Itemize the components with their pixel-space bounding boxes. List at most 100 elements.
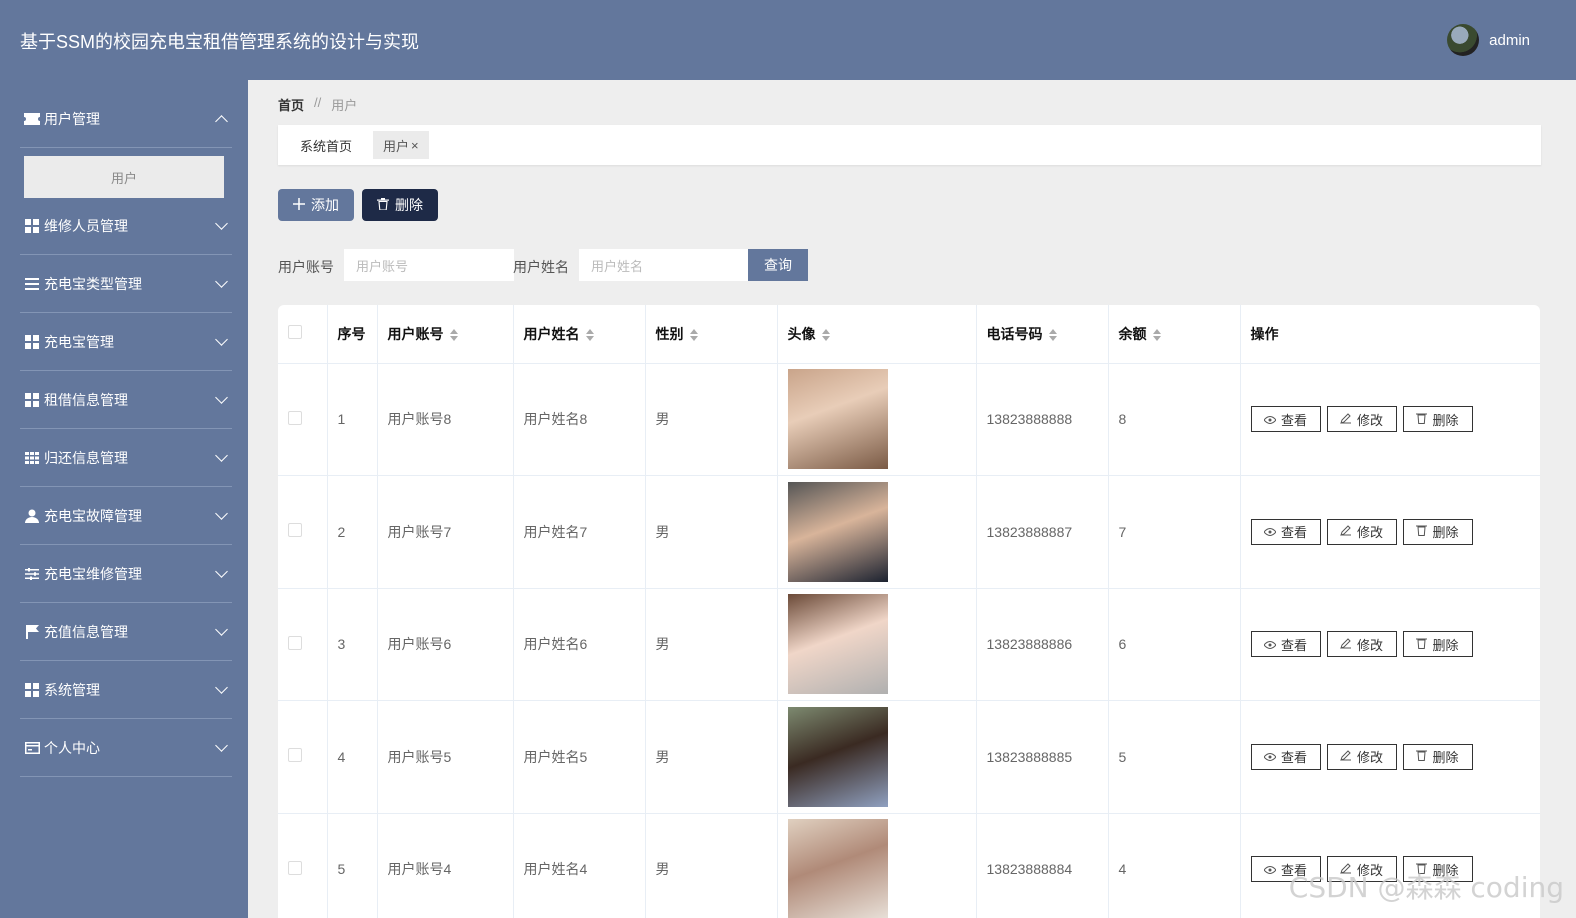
cell-name: 用户姓名4 (513, 813, 646, 918)
sidebar-item-fault-management[interactable]: 充电宝故障管理 (20, 487, 232, 545)
column-header-avatar[interactable]: 头像 (777, 305, 977, 364)
delete-button-label: 删除 (395, 197, 423, 213)
cell-name: 用户姓名5 (513, 700, 646, 814)
cell-balance: 8 (1108, 363, 1241, 476)
cell-index: 1 (327, 363, 378, 476)
row-checkbox[interactable] (278, 813, 328, 918)
delete-row-button[interactable]: 删除 (1402, 406, 1473, 433)
avatar-photo[interactable] (787, 369, 888, 470)
sidebar-subitem-user[interactable]: 用户 (24, 156, 224, 198)
view-button[interactable]: 查看 (1250, 406, 1321, 433)
sort-icon[interactable] (821, 329, 832, 342)
cell-index: 4 (327, 700, 378, 814)
sidebar-item-maintainer-management[interactable]: 维修人员管理 (20, 197, 232, 255)
sidebar-item-rental-management[interactable]: 租借信息管理 (20, 371, 232, 429)
sort-icon[interactable] (1048, 329, 1059, 342)
sort-icon[interactable] (585, 329, 596, 342)
account-search-input[interactable]: 用户账号 (344, 249, 514, 281)
cell-balance: 5 (1108, 700, 1241, 814)
column-header-name[interactable]: 用户姓名 (513, 305, 646, 364)
sort-icon[interactable] (1152, 329, 1163, 342)
avatar-photo[interactable] (787, 819, 888, 918)
sidebar: 用户管理 用户 维修人员管理 充电宝类型管理 充电宝管理 租借信息管理 归还信息… (0, 80, 248, 918)
user-icon (24, 508, 40, 524)
sliders-icon (24, 566, 40, 582)
edit-button[interactable]: 修改 (1326, 406, 1397, 433)
select-all-checkbox[interactable] (278, 305, 328, 364)
row-checkbox[interactable] (278, 700, 328, 814)
avatar-photo[interactable] (787, 706, 888, 807)
delete-button[interactable]: 删除 (362, 189, 438, 221)
sidebar-item-powerbank-type-management[interactable]: 充电宝类型管理 (20, 255, 232, 313)
cell-account: 用户账号7 (377, 475, 514, 589)
column-header-index: 序号 (327, 305, 378, 364)
avatar-photo[interactable] (787, 481, 888, 582)
cell-balance: 6 (1108, 588, 1241, 701)
view-button[interactable]: 查看 (1250, 743, 1321, 770)
column-header-balance[interactable]: 余额 (1108, 305, 1241, 364)
user-menu[interactable]: admin (1447, 24, 1530, 56)
eye-icon (1263, 637, 1277, 652)
cell-actions: 查看 修改 删除 (1240, 475, 1540, 589)
name-search-input[interactable]: 用户姓名 (579, 249, 749, 281)
sidebar-item-recharge-management[interactable]: 充值信息管理 (20, 603, 232, 661)
chevron-down-icon (215, 217, 228, 230)
column-header-gender[interactable]: 性别 (645, 305, 778, 364)
tab-bar: 系统首页 用户 × (278, 125, 1541, 165)
trash-icon (1416, 412, 1428, 427)
trash-icon (1416, 637, 1428, 652)
eye-icon (1263, 749, 1277, 764)
tab-home[interactable]: 系统首页 (290, 131, 362, 159)
sidebar-item-powerbank-management[interactable]: 充电宝管理 (20, 313, 232, 371)
edit-button[interactable]: 修改 (1326, 631, 1397, 658)
ticket-icon (24, 111, 40, 127)
cell-phone: 13823888886 (976, 588, 1109, 701)
delete-row-button[interactable]: 删除 (1402, 743, 1473, 770)
sidebar-item-repair-management[interactable]: 充电宝维修管理 (20, 545, 232, 603)
sort-icon[interactable] (449, 329, 460, 342)
row-checkbox[interactable] (278, 588, 328, 701)
sidebar-item-personal-center[interactable]: 个人中心 (20, 719, 232, 777)
column-header-account[interactable]: 用户账号 (377, 305, 514, 364)
query-button[interactable]: 查询 (748, 249, 808, 281)
edit-button[interactable]: 修改 (1326, 518, 1397, 545)
chevron-down-icon (215, 333, 228, 346)
cell-avatar (777, 475, 977, 589)
eye-icon (1263, 862, 1277, 877)
view-button[interactable]: 查看 (1250, 631, 1321, 658)
cell-account: 用户账号6 (377, 588, 514, 701)
row-checkbox[interactable] (278, 363, 328, 476)
sidebar-item-return-management[interactable]: 归还信息管理 (20, 429, 232, 487)
avatar[interactable] (1447, 24, 1480, 56)
cell-name: 用户姓名8 (513, 363, 646, 476)
row-checkbox[interactable] (278, 475, 328, 589)
grid-icon (24, 218, 40, 234)
cell-account: 用户账号4 (377, 813, 514, 918)
column-header-actions: 操作 (1240, 305, 1540, 364)
delete-row-button[interactable]: 删除 (1402, 631, 1473, 658)
trash-icon (1416, 524, 1428, 539)
trash-icon (1416, 749, 1428, 764)
column-header-phone[interactable]: 电话号码 (976, 305, 1109, 364)
avatar-photo[interactable] (787, 594, 888, 695)
view-button[interactable]: 查看 (1250, 518, 1321, 545)
main-content: 首页 // 用户 系统首页 用户 × 添加 删除 用户账号 用户账号 用户姓名 … (248, 80, 1576, 918)
close-icon[interactable]: × (411, 138, 419, 153)
cell-name: 用户姓名6 (513, 588, 646, 701)
app-title: 基于SSM的校园充电宝租借管理系统的设计与实现 (20, 32, 420, 52)
username[interactable]: admin (1489, 32, 1530, 49)
cell-name: 用户姓名7 (513, 475, 646, 589)
sidebar-item-system-management[interactable]: 系统管理 (20, 661, 232, 719)
breadcrumb-current: 用户 (331, 98, 358, 113)
pencil-icon (1340, 412, 1352, 427)
sidebar-item-user-management[interactable]: 用户管理 (20, 90, 232, 148)
sort-icon[interactable] (689, 329, 700, 342)
add-button[interactable]: 添加 (278, 189, 354, 221)
chevron-down-icon (215, 391, 228, 404)
breadcrumb-home[interactable]: 首页 (278, 95, 304, 114)
card-icon (24, 740, 40, 756)
edit-button[interactable]: 修改 (1326, 743, 1397, 770)
tab-user[interactable]: 用户 × (373, 131, 429, 159)
table-row: 1 用户账号8 用户姓名8 男 13823888888 8 查看 修改 删除 (278, 363, 1540, 476)
delete-row-button[interactable]: 删除 (1402, 518, 1473, 545)
